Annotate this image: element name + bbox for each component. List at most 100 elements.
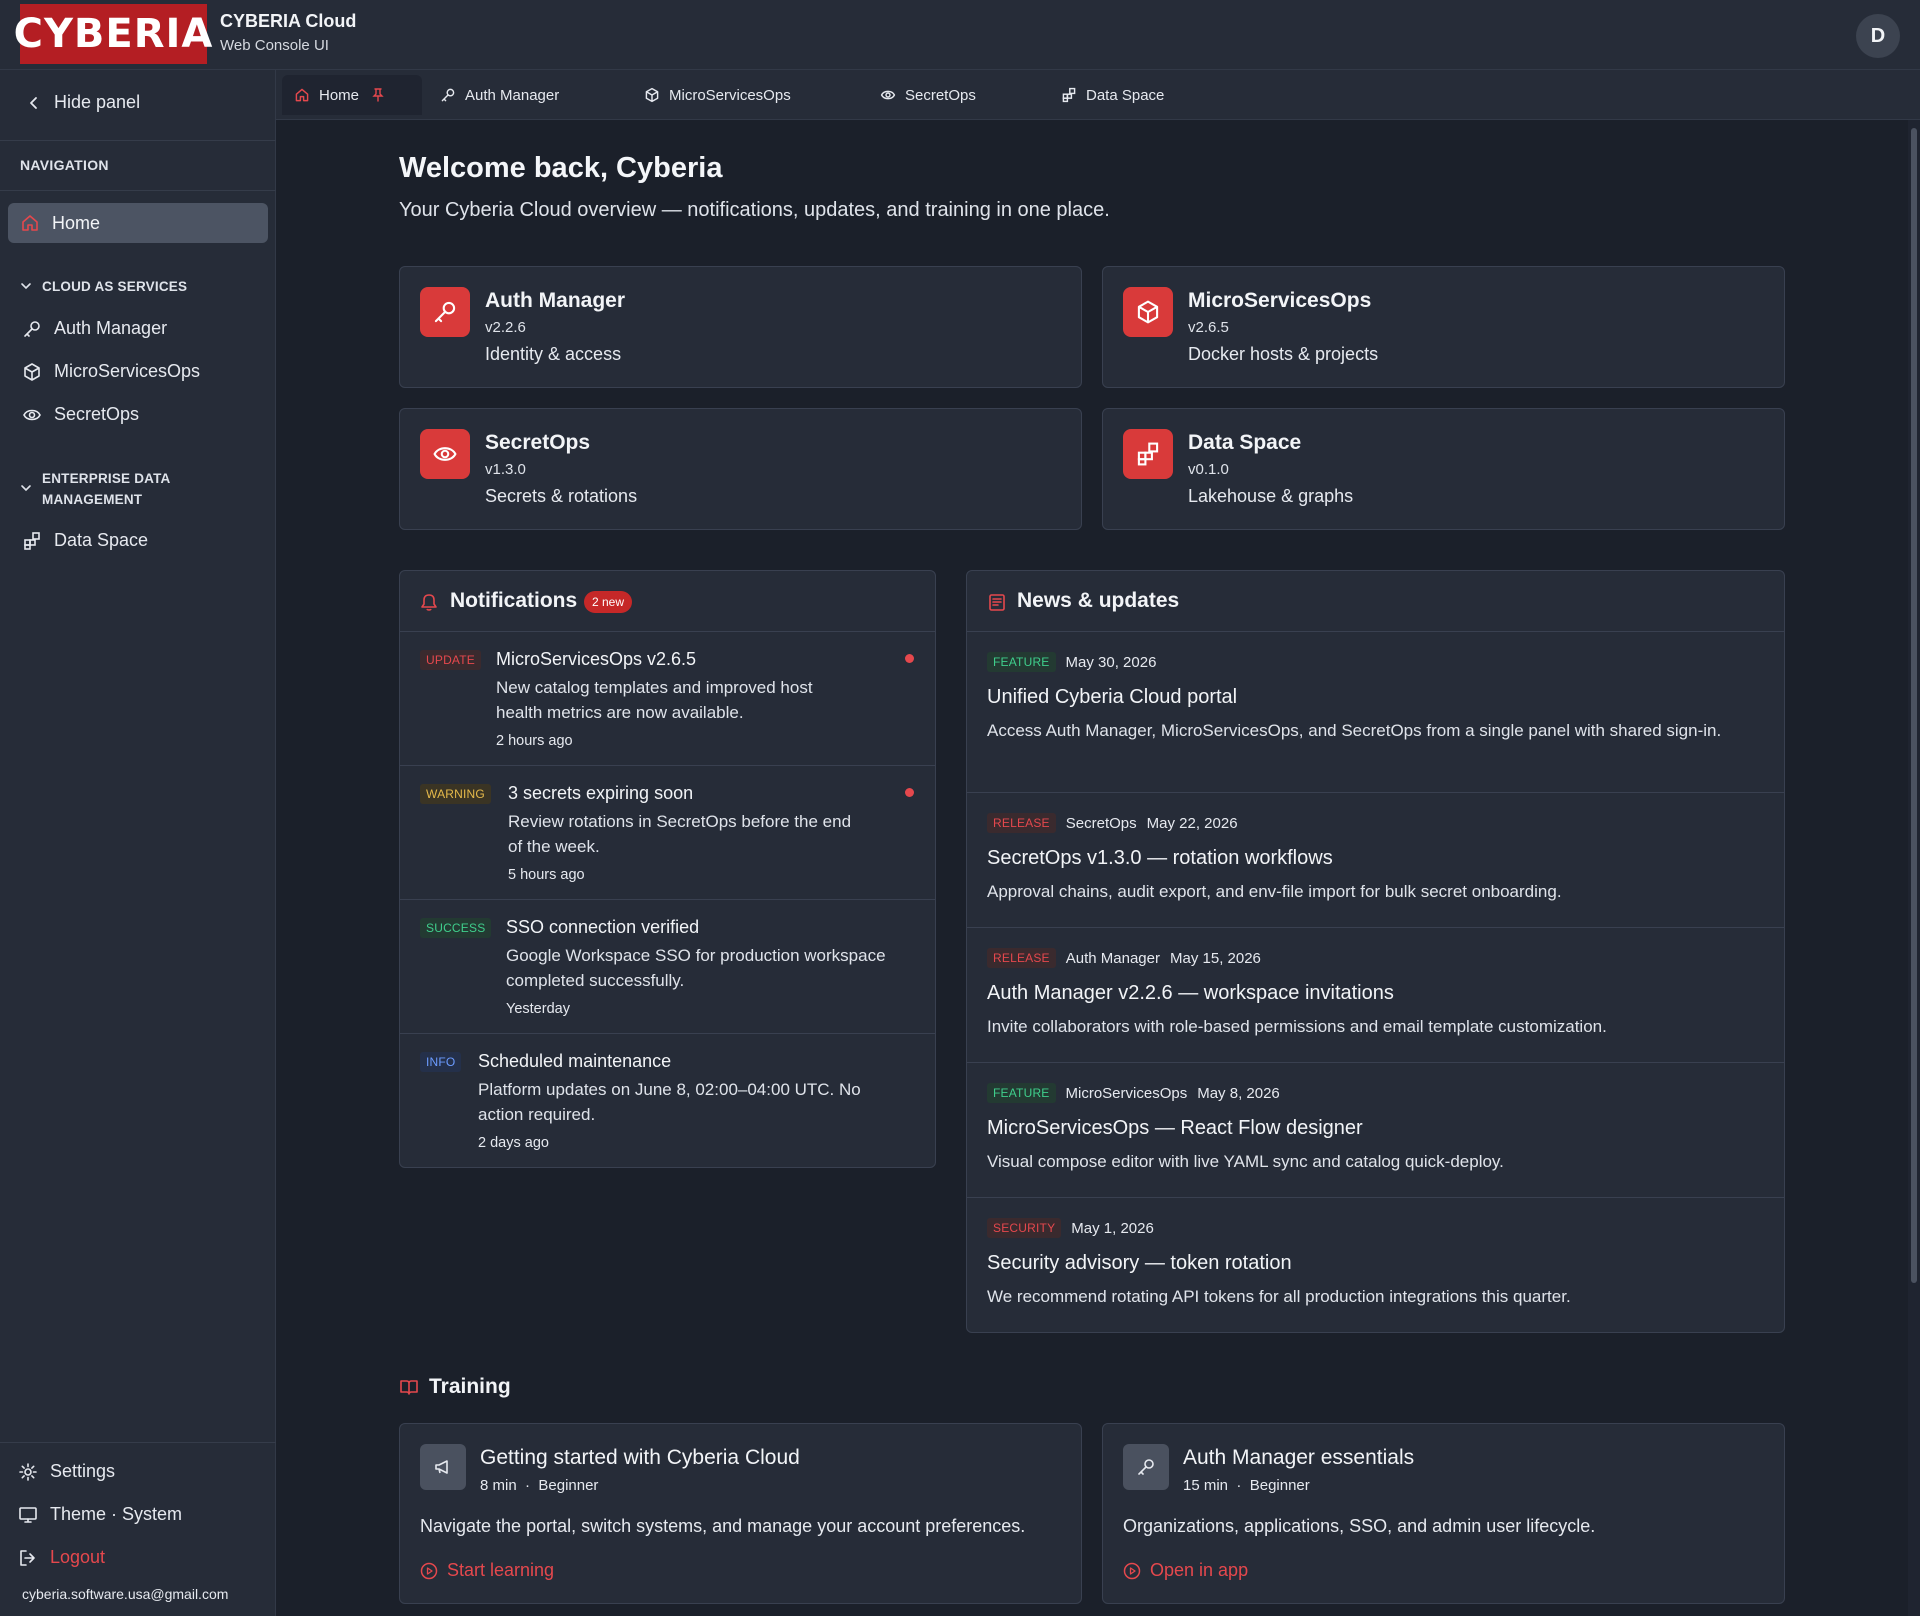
system-card-secretops[interactable]: SecretOps v1.3.0 Secrets & rotations xyxy=(399,408,1082,530)
notification-title: MicroServicesOps v2.6.5 xyxy=(496,649,697,669)
theme-label: Theme · System xyxy=(50,1504,183,1524)
new-count-badge: 2 new xyxy=(584,591,633,613)
tab-microservicesops[interactable]: MicroServicesOps xyxy=(632,75,803,115)
cube-icon xyxy=(644,87,660,103)
tab-auth-manager[interactable]: Auth Manager xyxy=(428,75,571,115)
news-item[interactable]: SECURITY May 1, 2026 Security advisory —… xyxy=(967,1198,1784,1333)
news-item[interactable]: RELEASE Auth Manager May 15, 2026 Auth M… xyxy=(967,928,1784,1063)
news-date: May 1, 2026 xyxy=(1071,1219,1154,1237)
notification-body: Google Workspace SSO for production work… xyxy=(506,943,886,993)
system-card-auth-manager[interactable]: Auth Manager v2.2.6 Identity & access xyxy=(399,266,1082,388)
logout-label: Logout xyxy=(50,1547,106,1567)
news-item[interactable]: FEATURE MicroServicesOps May 8, 2026 Mic… xyxy=(967,1063,1784,1198)
news-item-title: MicroServicesOps — React Flow designer xyxy=(987,1117,1363,1139)
app-subtitle: Web Console UI xyxy=(220,37,329,54)
news-tag: RELEASE xyxy=(987,948,1056,968)
training-meta: 8 min · Beginner xyxy=(480,1477,598,1494)
sidebar-item-microservicesops[interactable]: MicroServicesOps xyxy=(22,361,200,382)
news-item[interactable]: RELEASE SecretOps May 22, 2026 SecretOps… xyxy=(967,793,1784,928)
training-title: Training xyxy=(429,1375,511,1398)
chevron-left-icon xyxy=(28,96,40,110)
sidebar-item-label: Auth Manager xyxy=(54,318,168,338)
news-item-body: Visual compose editor with live YAML syn… xyxy=(987,1152,1504,1171)
news-item-body: Access Auth Manager, MicroServicesOps, a… xyxy=(987,721,1722,740)
user-email: cyberia.software.usa@gmail.com xyxy=(22,1586,229,1602)
notification-body-line: health metrics are now available. xyxy=(496,703,744,722)
news-item-body: Invite collaborators with role-based per… xyxy=(987,1017,1607,1036)
notification-item[interactable]: WARNING 3 secrets expiring soon Review r… xyxy=(400,766,935,900)
play-circle-icon xyxy=(420,1562,438,1580)
group-enterprise-data-management[interactable]: ENTERPRISE DATA MANAGEMENT xyxy=(20,468,171,510)
brand: CYBERIA Cloud Web Console UI xyxy=(220,11,356,54)
notification-title: 3 secrets expiring soon xyxy=(508,783,694,803)
logo[interactable]: CYBERIA xyxy=(14,4,212,64)
tab-label: MicroServicesOps xyxy=(669,86,791,104)
home-icon xyxy=(294,87,310,103)
notification-body-line: of the week. xyxy=(508,837,600,856)
system-card-microservicesops[interactable]: MicroServicesOps v2.6.5 Docker hosts & p… xyxy=(1102,266,1785,388)
tab-label: Home xyxy=(319,86,360,104)
news-title: News & updates xyxy=(1017,589,1180,612)
open-in-app-link[interactable]: Open in app xyxy=(1123,1560,1248,1581)
divider xyxy=(0,190,276,191)
separator: · xyxy=(1232,1477,1246,1494)
avatar[interactable]: D xyxy=(1856,14,1900,58)
news-item-title: SecretOps v1.3.0 — rotation workflows xyxy=(987,847,1333,869)
tab-secretops[interactable]: SecretOps xyxy=(868,75,988,115)
sidebar-item-data-space[interactable]: Data Space xyxy=(22,530,148,551)
notification-body-line: Platform updates on June 8, 02:00–04:00 … xyxy=(478,1080,861,1099)
training-card[interactable]: Getting started with Cyberia Cloud 8 min… xyxy=(399,1423,1082,1604)
pin-icon[interactable] xyxy=(372,88,384,102)
sidebar-item-home[interactable]: Home xyxy=(8,203,268,243)
blocks-icon xyxy=(22,531,42,551)
news-date: May 22, 2026 xyxy=(1146,814,1238,832)
training-description: Organizations, applications, SSO, and ad… xyxy=(1123,1516,1596,1536)
hide-panel-button[interactable]: Hide panel xyxy=(28,92,140,113)
settings-button[interactable]: Settings xyxy=(18,1461,115,1482)
logout-button[interactable]: Logout xyxy=(18,1547,105,1568)
notification-item[interactable]: UPDATE MicroServicesOps v2.6.5 New catal… xyxy=(400,632,935,766)
system-name: MicroServicesOps xyxy=(1188,289,1372,312)
notification-title: Scheduled maintenance xyxy=(478,1051,672,1071)
notification-item[interactable]: INFO Scheduled maintenance Platform upda… xyxy=(400,1034,935,1168)
theme-button[interactable]: Theme · System xyxy=(18,1504,182,1525)
separator: · xyxy=(520,1477,535,1494)
scrollbar-thumb[interactable] xyxy=(1911,128,1917,1283)
notification-item[interactable]: SUCCESS SSO connection verified Google W… xyxy=(400,900,935,1034)
training-card[interactable]: Auth Manager essentials 15 min · Beginne… xyxy=(1102,1423,1785,1604)
blocks-icon xyxy=(1123,429,1173,479)
news-item-title: Unified Cyberia Cloud portal xyxy=(987,686,1238,708)
notification-time: 2 hours ago xyxy=(496,733,573,749)
notification-tag: WARNING xyxy=(420,784,491,804)
notifications-panel: Notifications 2 new UPDATE MicroServices… xyxy=(399,570,936,1168)
news-tag: RELEASE xyxy=(987,813,1056,833)
group-cloud-as-services[interactable]: CLOUD AS SERVICES xyxy=(20,276,187,297)
sidebar-item-secretops[interactable]: SecretOps xyxy=(22,404,139,425)
news-date: May 30, 2026 xyxy=(1065,653,1157,671)
system-card-data-space[interactable]: Data Space v0.1.0 Lakehouse & graphs xyxy=(1102,408,1785,530)
training-item-title: Auth Manager essentials xyxy=(1183,1446,1415,1469)
page-subtitle: Your Cyberia Cloud overview — notificati… xyxy=(399,199,1110,221)
home-icon xyxy=(20,213,40,233)
sidebar-item-auth-manager[interactable]: Auth Manager xyxy=(22,318,167,339)
start-learning-link[interactable]: Start learning xyxy=(420,1560,554,1581)
book-icon xyxy=(399,1377,419,1397)
news-source: Auth Manager xyxy=(1065,949,1160,967)
news-meta: RELEASE Auth Manager May 15, 2026 xyxy=(987,948,1261,968)
key-icon xyxy=(420,287,470,337)
divider xyxy=(0,140,276,141)
system-description: Docker hosts & projects xyxy=(1188,344,1379,364)
tab-home[interactable]: Home xyxy=(282,75,422,115)
navigation-heading: NAVIGATION xyxy=(20,157,109,173)
notification-title: SSO connection verified xyxy=(506,917,700,937)
training-level: Beginner xyxy=(538,1477,599,1494)
gear-icon xyxy=(18,1462,38,1482)
news-item[interactable]: FEATURE May 30, 2026 Unified Cyberia Clo… xyxy=(967,632,1784,793)
notification-tag: SUCCESS xyxy=(420,918,492,938)
notification-body: New catalog templates and improved host … xyxy=(496,675,813,725)
play-circle-icon xyxy=(1123,1562,1141,1580)
system-version: v2.6.5 xyxy=(1188,319,1229,336)
tab-data-space[interactable]: Data Space xyxy=(1049,75,1176,115)
notification-body-line: completed successfully. xyxy=(506,971,685,990)
system-description: Lakehouse & graphs xyxy=(1188,486,1354,506)
